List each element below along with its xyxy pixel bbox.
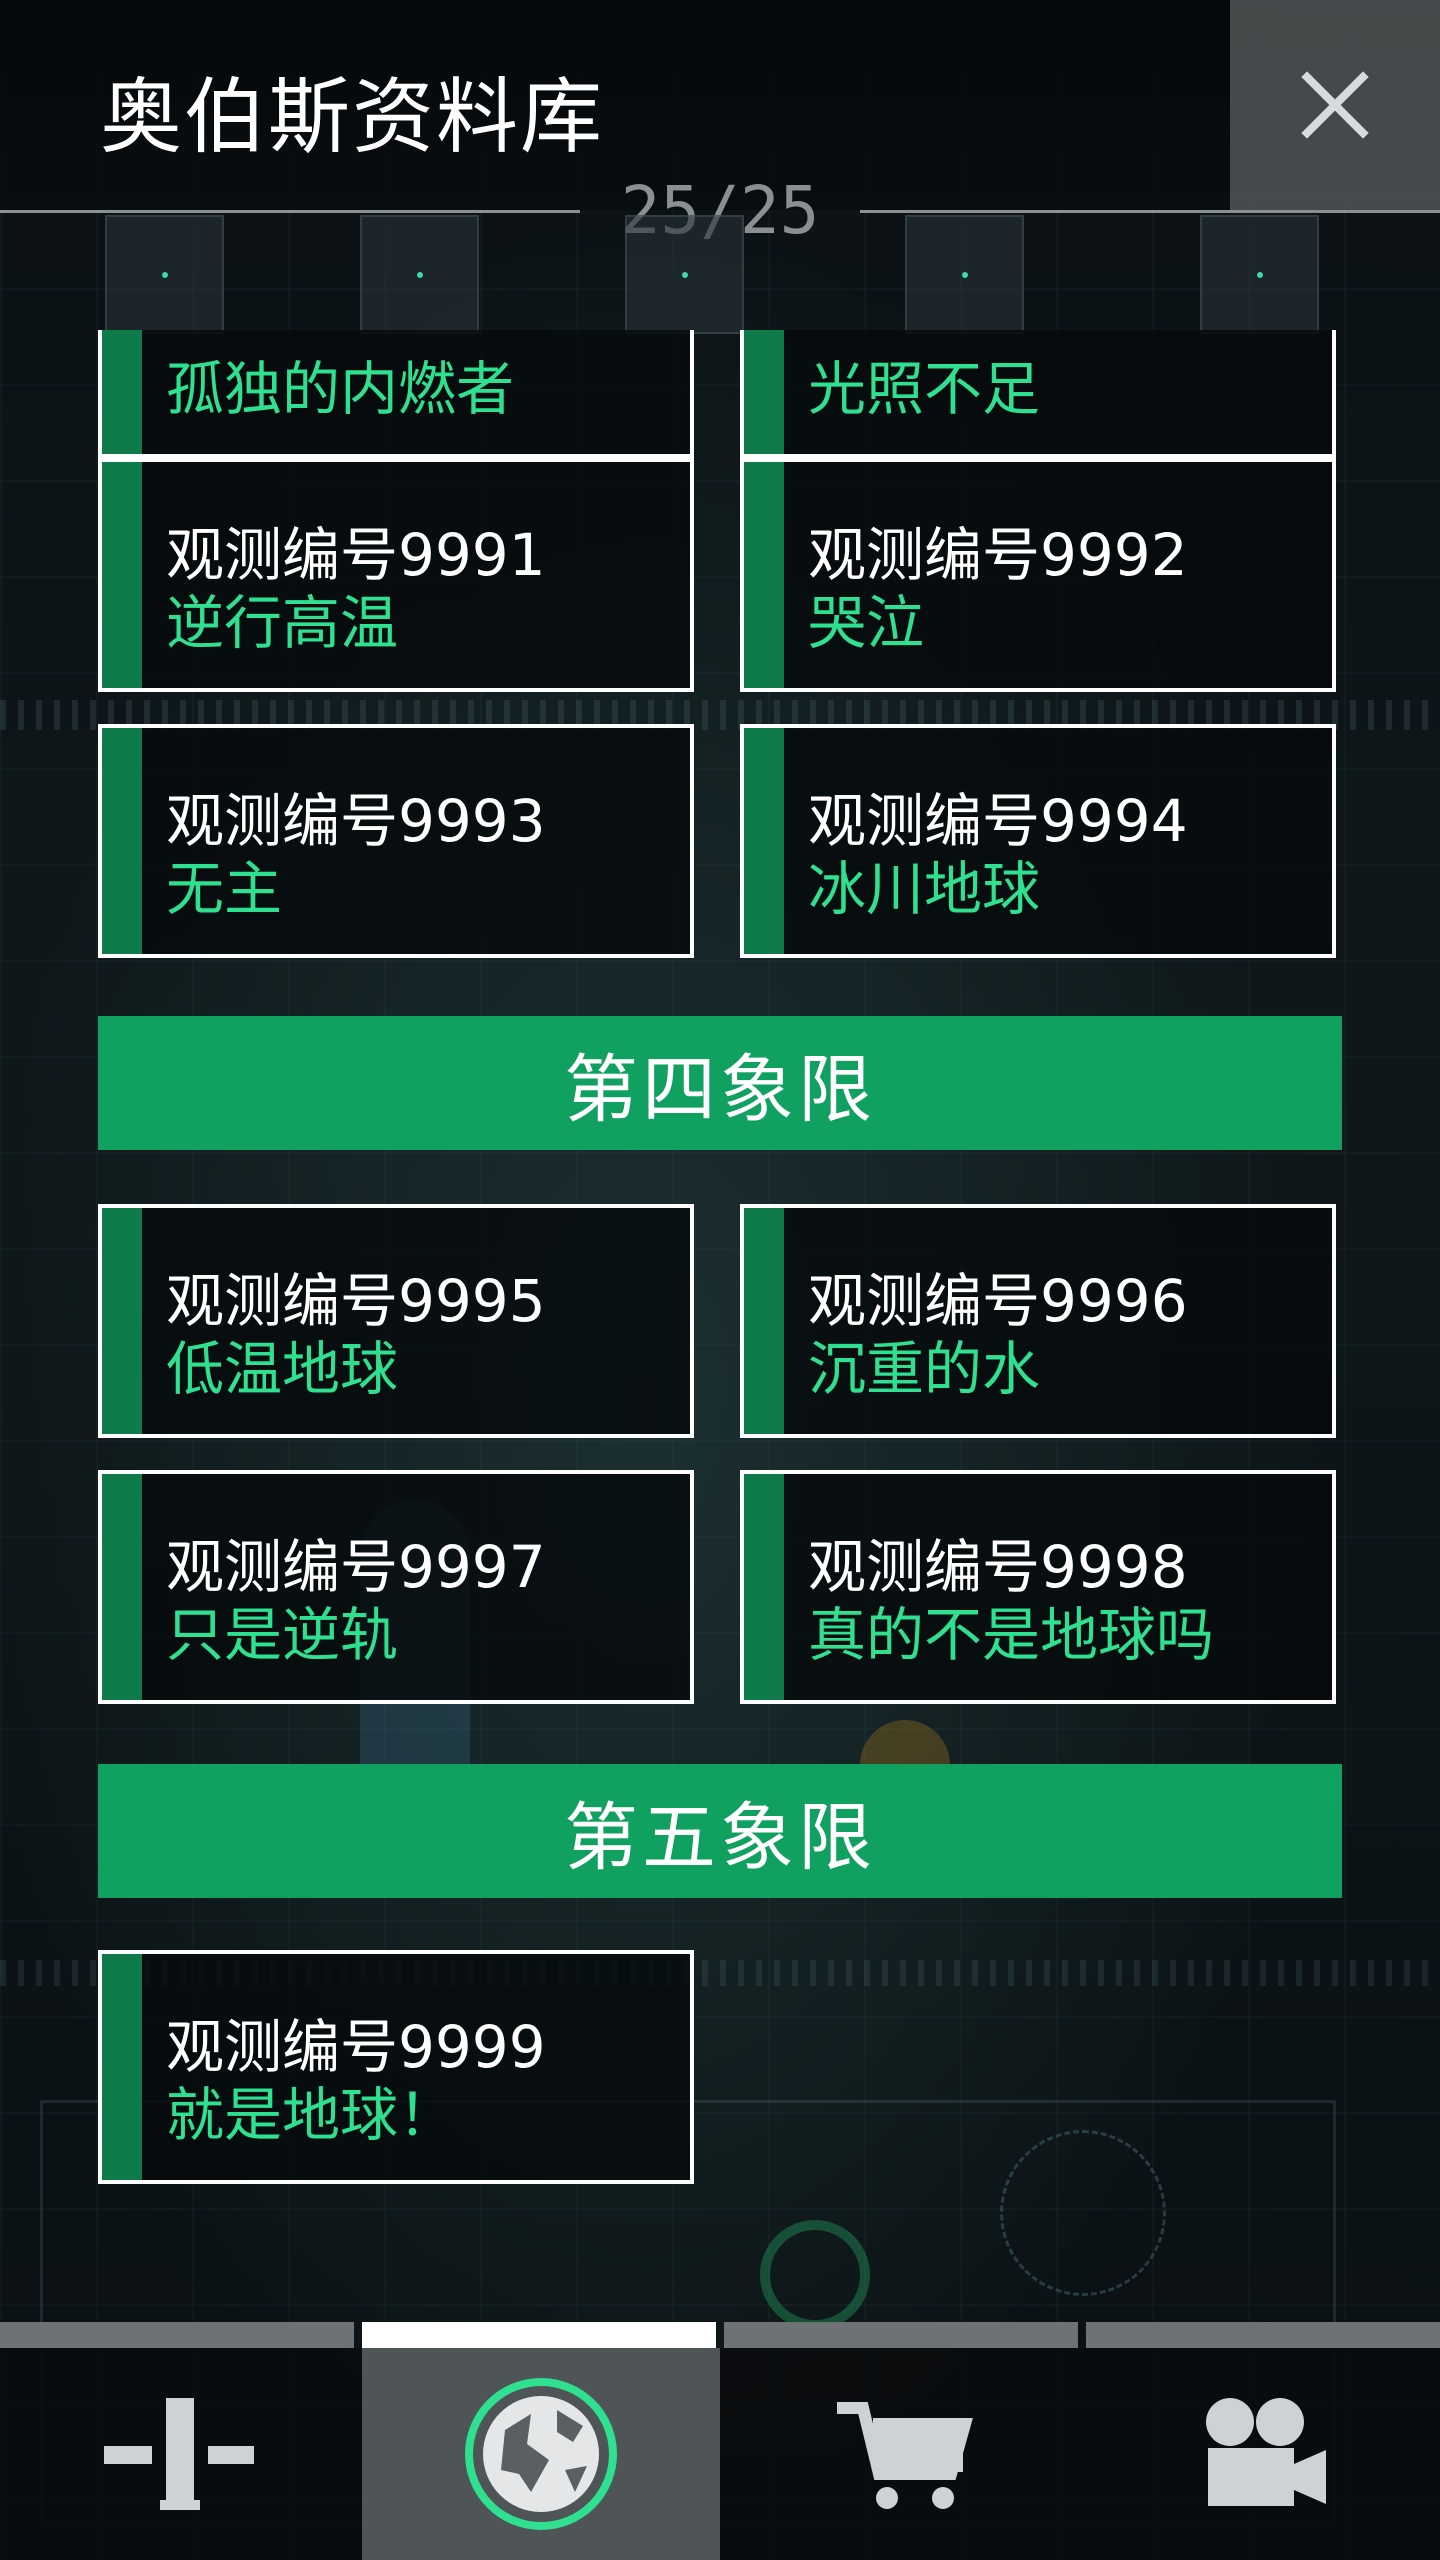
tab-indicator (0, 2322, 354, 2348)
page-title: 奥伯斯资料库 (100, 70, 605, 165)
card-accent-bar (102, 1208, 142, 1434)
observation-list[interactable]: 孤独的内燃者 光照不足 观测编号9991 逆行高温 观测编号9992 哭泣 观测… (0, 330, 1440, 2320)
observation-card[interactable]: 观测编号9999 就是地球！ (98, 1950, 694, 2184)
background-thumbnail (105, 215, 224, 334)
close-button[interactable] (1230, 0, 1440, 210)
background-thumbnail (905, 215, 1024, 334)
observation-card[interactable]: 观测编号9993 无主 (98, 724, 694, 958)
observation-name: 无主 (166, 855, 283, 923)
card-accent-bar (744, 1474, 784, 1700)
observation-name: 就是地球！ (166, 2081, 457, 2149)
observation-name: 孤独的内燃者 (166, 355, 515, 423)
background-thumbnail (1200, 215, 1319, 334)
observation-name: 沉重的水 (808, 1335, 1041, 1403)
observation-card[interactable]: 观测编号9998 真的不是地球吗 (740, 1470, 1336, 1704)
card-accent-bar (102, 330, 142, 454)
section-header-quadrant-4: 第四象限 (98, 1016, 1342, 1150)
observation-card[interactable]: 光照不足 (740, 330, 1336, 458)
background-thumbnail (360, 215, 479, 334)
tab-shop[interactable] (724, 2348, 1082, 2560)
tab-planet[interactable] (362, 2348, 720, 2560)
bottom-nav (0, 2348, 1440, 2560)
observation-card[interactable]: 观测编号9995 低温地球 (98, 1204, 694, 1438)
observation-name: 逆行高温 (166, 589, 399, 657)
tab-indicator-active (362, 2322, 716, 2348)
close-icon (1301, 71, 1369, 139)
telescope-icon (104, 2398, 254, 2510)
card-accent-bar (102, 1954, 142, 2180)
tab-indicator (724, 2322, 1078, 2348)
observation-card[interactable]: 观测编号9996 沉重的水 (740, 1204, 1336, 1438)
card-accent-bar (102, 728, 142, 954)
observation-name: 光照不足 (808, 355, 1041, 423)
card-accent-bar (102, 1474, 142, 1700)
observation-name: 只是逆轨 (166, 1601, 399, 1669)
tab-indicator (1086, 2322, 1440, 2348)
observation-name: 哭泣 (808, 589, 925, 657)
card-accent-bar (744, 462, 784, 688)
observation-card[interactable]: 观测编号9992 哭泣 (740, 458, 1336, 692)
observation-card[interactable]: 观测编号9997 只是逆轨 (98, 1470, 694, 1704)
observation-name: 低温地球 (166, 1335, 399, 1403)
cart-icon (837, 2402, 973, 2509)
card-accent-bar (744, 728, 784, 954)
header-divider (0, 210, 580, 213)
observation-name: 真的不是地球吗 (808, 1601, 1215, 1669)
card-accent-bar (744, 330, 784, 454)
tab-video[interactable] (1086, 2348, 1440, 2560)
section-header-quadrant-5: 第五象限 (98, 1764, 1342, 1898)
card-accent-bar (744, 1208, 784, 1434)
observation-card[interactable]: 孤独的内燃者 (98, 330, 694, 458)
observation-name: 冰川地球 (808, 855, 1041, 923)
background-thumbnail (625, 215, 744, 334)
tab-telescope[interactable] (0, 2348, 358, 2560)
planet-icon (465, 2378, 617, 2530)
observation-card[interactable]: 观测编号9994 冰川地球 (740, 724, 1336, 958)
archive-screen: 奥伯斯资料库 25/25 孤独的内燃者 光照不足 观测编号9991 逆行高温 观… (0, 0, 1440, 2560)
video-camera-icon (1206, 2398, 1326, 2506)
header-divider (860, 210, 1440, 213)
card-accent-bar (102, 462, 142, 688)
observation-card[interactable]: 观测编号9991 逆行高温 (98, 458, 694, 692)
